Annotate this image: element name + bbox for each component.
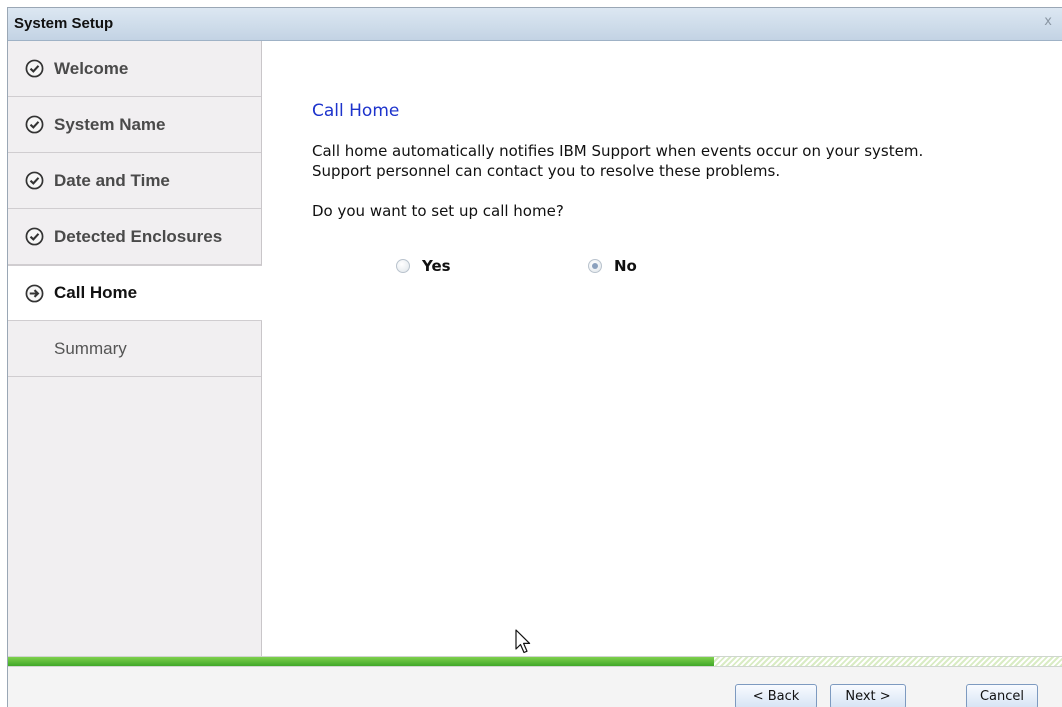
step-call-home: Call Home (8, 265, 262, 321)
step-label: Call Home (54, 283, 138, 302)
check-circle-icon (25, 59, 44, 78)
wizard-steps-sidebar: Welcome System Name Date and Time Detect… (8, 41, 262, 656)
page-title: Call Home (312, 101, 400, 121)
description: Call home automatically notifies IBM Sup… (312, 141, 1062, 181)
question-label: Do you want to set up call home? (312, 202, 564, 220)
step-detected-enclosures: Detected Enclosures (8, 209, 261, 265)
radio-label[interactable]: No (614, 257, 637, 275)
step-system-name: System Name (8, 97, 261, 153)
radio-button-icon[interactable] (588, 259, 602, 273)
step-date-and-time: Date and Time (8, 153, 261, 209)
system-setup-window: System Setup x Welcome System Name Date … (7, 7, 1062, 707)
radio-yes[interactable]: Yes (396, 257, 451, 275)
step-label: Date and Time (54, 170, 170, 190)
step-label: Welcome (54, 58, 129, 78)
cancel-button[interactable]: Cancel (966, 684, 1038, 707)
progress-bar-fill (8, 657, 715, 666)
progress-bar (8, 656, 1062, 667)
radio-label[interactable]: Yes (422, 257, 451, 275)
content-panel: Call Home Call home automatically notifi… (262, 41, 1062, 656)
check-circle-icon (25, 227, 44, 246)
close-icon[interactable]: x (1044, 14, 1052, 29)
mouse-cursor-icon (515, 629, 531, 654)
radio-no[interactable]: No (588, 257, 637, 275)
title-bar: System Setup x (8, 8, 1062, 41)
step-summary: Summary (8, 321, 261, 377)
next-button[interactable]: Next > (830, 684, 906, 707)
wizard-footer: < Back Next > Cancel (8, 667, 1062, 707)
step-label: System Name (54, 114, 166, 134)
description-line: Call home automatically notifies IBM Sup… (312, 142, 924, 160)
radio-button-icon[interactable] (396, 259, 410, 273)
check-circle-icon (25, 115, 44, 134)
step-label: Detected Enclosures (54, 226, 223, 246)
arrow-circle-icon (25, 284, 44, 302)
step-label: Summary (54, 338, 127, 358)
description-line: Support personnel can contact you to res… (312, 162, 781, 180)
step-welcome: Welcome (8, 41, 261, 97)
back-button[interactable]: < Back (735, 684, 817, 707)
window-title: System Setup (14, 15, 114, 32)
check-circle-icon (25, 171, 44, 190)
